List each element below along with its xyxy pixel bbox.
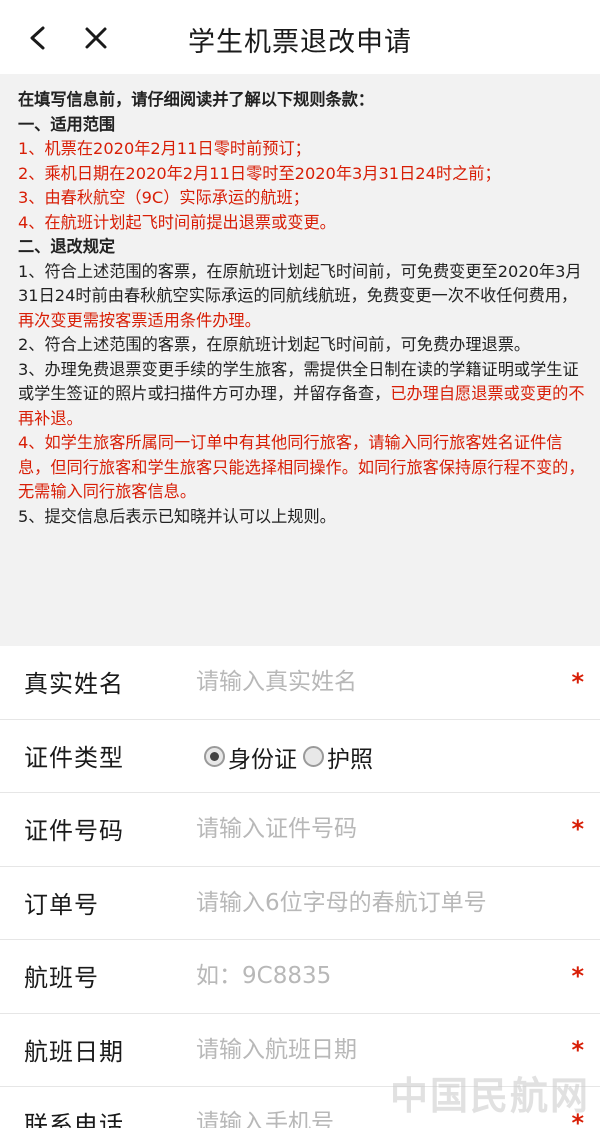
flight-row: 航班号 *: [0, 940, 600, 1014]
radio-checked-icon: [204, 746, 225, 767]
scope-item-1: 1、机票在2020年2月11日零时前预订；: [18, 139, 311, 158]
radio-id-card-label: 身份证: [228, 746, 297, 773]
name-input[interactable]: [196, 660, 556, 704]
id-type-label: 证件类型: [24, 743, 124, 772]
name-row: 真实姓名 *: [0, 646, 600, 720]
required-mark: *: [571, 815, 584, 843]
scope-item-2: 2、乘机日期在2020年2月11日零时至2020年3月31日24时之前；: [18, 163, 501, 183]
scope-item-4: 4、在航班计划起飞时间前提出退票或变更。: [18, 212, 336, 232]
app-header: 学生机票退改申请: [0, 0, 600, 74]
rule-item-5: 5、提交信息后表示已知晓并认可以上规则。: [18, 506, 336, 526]
rule-item-1-highlight: 再次变更需按客票适用条件办理。: [18, 310, 261, 330]
application-form: 真实姓名 * 证件类型 身份证 护照 证件号码 * 订单号 航班号 * 航班日期: [0, 646, 600, 1128]
flight-label: 航班号: [24, 964, 99, 992]
required-mark: *: [571, 962, 584, 990]
scope-section-title: 一、适用范围: [18, 114, 116, 134]
rules-panel: 在填写信息前，请仔细阅读并了解以下规则条款： 一、适用范围 1、机票在2020年…: [0, 74, 600, 646]
id-type-radio-group: 身份证 护照: [204, 740, 373, 774]
radio-unchecked-icon: [303, 746, 324, 767]
watermark: 中国民航网: [389, 1074, 590, 1118]
order-row: 订单号: [0, 867, 600, 940]
order-label: 订单号: [24, 890, 99, 919]
flight-input[interactable]: [196, 954, 556, 998]
date-label: 航班日期: [24, 1037, 124, 1066]
required-mark: *: [571, 668, 584, 696]
rule-item-1-text: 1、符合上述范围的客票，在原航班计划起飞时间前，可免费变更至2020年3月31日…: [18, 261, 582, 306]
rule-item-4: 4、如学生旅客所属同一订单中有其他同行旅客，请输入同行旅客姓名证件信息，但同行旅…: [18, 433, 585, 501]
radio-passport[interactable]: 护照: [303, 740, 373, 774]
radio-passport-label: 护照: [327, 746, 373, 773]
required-mark: *: [571, 1035, 584, 1064]
radio-id-card[interactable]: 身份证: [204, 740, 297, 774]
refund-section-title: 二、退改规定: [18, 237, 116, 256]
id-number-row: 证件号码 *: [0, 793, 600, 867]
id-type-row: 证件类型 身份证 护照: [0, 720, 600, 793]
scope-item-3: 3、由春秋航空（9C）实际承运的航班；: [18, 188, 309, 207]
page-title: 学生机票退改申请: [188, 27, 412, 58]
id-number-label: 证件号码: [24, 817, 124, 845]
rule-item-1: 1、符合上述范围的客票，在原航班计划起飞时间前，可免费变更至2020年3月31日…: [18, 260, 586, 334]
rules-intro: 在填写信息前，请仔细阅读并了解以下规则条款：: [18, 90, 375, 109]
rule-item-2: 2、符合上述范围的客票，在原航班计划起飞时间前，可免费办理退票。: [18, 335, 531, 354]
name-label: 真实姓名: [24, 670, 124, 698]
id-number-input[interactable]: [196, 807, 556, 851]
phone-label: 联系电话: [24, 1111, 124, 1128]
order-input[interactable]: [196, 880, 556, 925]
rule-item-3: 3、办理免费退票变更手续的学生旅客，需提供全日制在读的学籍证明或学生证或学生签证…: [18, 358, 586, 432]
